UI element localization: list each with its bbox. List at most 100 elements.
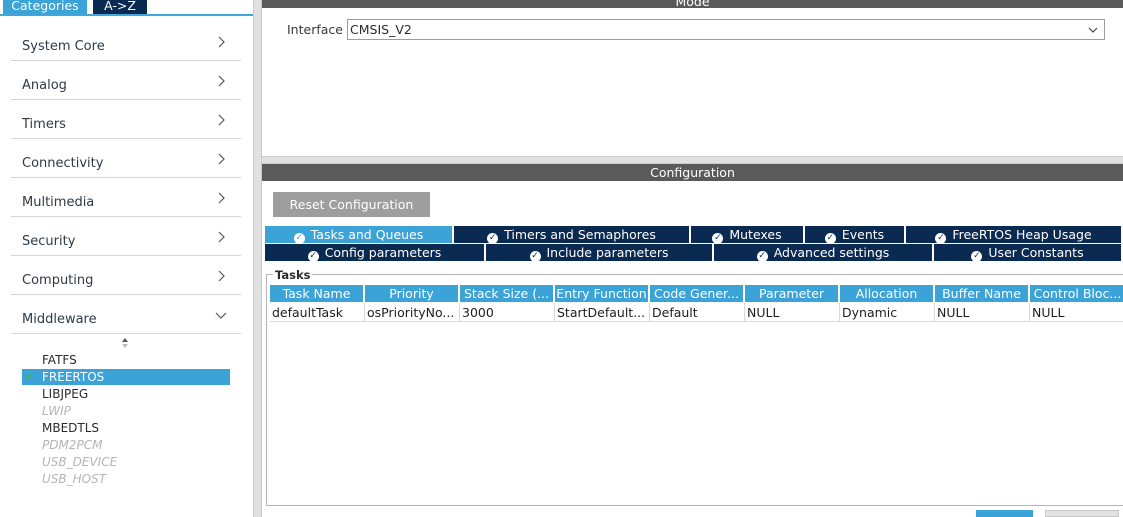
reset-configuration-button[interactable]: Reset Configuration xyxy=(273,192,430,217)
category-security[interactable]: Security xyxy=(11,217,241,256)
table-cell[interactable]: defaultTask xyxy=(270,303,365,322)
column-header[interactable]: Task Name xyxy=(270,285,365,302)
chevron-down-icon xyxy=(215,312,227,319)
category-analog[interactable]: Analog xyxy=(11,61,241,100)
category-label: System Core xyxy=(22,39,105,54)
column-header[interactable]: Priority xyxy=(365,285,460,302)
check-circle-icon: ✓ xyxy=(935,233,947,243)
middleware-item-fatfs[interactable]: FATFS xyxy=(22,352,230,368)
table-cell[interactable]: NULL xyxy=(1030,303,1123,322)
middleware-item-pdm2pcm[interactable]: PDM2PCM xyxy=(22,437,230,453)
tab-tasks-and-queues[interactable]: ✓ Tasks and Queues xyxy=(265,226,454,243)
sort-icon[interactable] xyxy=(120,337,130,349)
middleware-item-libjpeg[interactable]: LIBJPEG xyxy=(22,386,230,402)
mode-title: Mode xyxy=(675,0,710,8)
tab-label: Timers and Semaphores xyxy=(504,227,656,242)
interface-label: Interface xyxy=(287,22,343,37)
tab-mutexes[interactable]: ✓ Mutexes xyxy=(691,226,805,243)
middleware-item-label: FATFS xyxy=(42,353,77,367)
tab-label: Include parameters xyxy=(546,245,669,260)
category-tab-bar: Categories A->Z xyxy=(0,0,253,16)
middleware-item-mbedtls[interactable]: MBEDTLS xyxy=(22,420,230,436)
table-cell[interactable]: 3000 xyxy=(460,303,555,322)
tab-include-parameters[interactable]: ✓ Include parameters xyxy=(486,244,714,261)
category-middleware[interactable]: Middleware xyxy=(11,295,241,334)
tab-label: Advanced settings xyxy=(773,245,890,260)
middleware-item-lwip[interactable]: LWIP xyxy=(22,403,230,419)
column-header[interactable]: Control Bloc... xyxy=(1030,285,1123,302)
tab-label: Mutexes xyxy=(729,227,782,242)
chevron-right-icon xyxy=(218,114,225,126)
tab-events[interactable]: ✓ Events xyxy=(805,226,906,243)
tab-freertos-heap-usage[interactable]: ✓ FreeRTOS Heap Usage xyxy=(906,226,1123,243)
check-circle-icon: ✓ xyxy=(824,233,836,243)
middleware-item-label: USB_DEVICE xyxy=(42,455,118,469)
column-header[interactable]: Code Gener... xyxy=(650,285,745,302)
middleware-item-label: PDM2PCM xyxy=(42,438,103,452)
secondary-button[interactable] xyxy=(1045,510,1119,517)
tab-label: Events xyxy=(841,227,885,242)
horizontal-splitter[interactable] xyxy=(262,156,1123,164)
check-circle-icon: ✓ xyxy=(712,233,724,243)
category-connectivity[interactable]: Connectivity xyxy=(11,139,241,178)
categories-panel: Categories A->Z System Core Analog Timers C… xyxy=(0,0,253,517)
check-circle-icon: ✓ xyxy=(756,251,768,261)
category-label: Analog xyxy=(22,78,67,93)
category-computing[interactable]: Computing xyxy=(11,256,241,295)
category-label: Middleware xyxy=(22,312,97,327)
tab-user-constants[interactable]: ✓ User Constants xyxy=(934,244,1123,261)
tab-a-to-z[interactable]: A->Z xyxy=(93,0,147,14)
tab-timers-and-semaphores[interactable]: ✓ Timers and Semaphores xyxy=(454,226,691,243)
category-system-core[interactable]: System Core xyxy=(11,22,241,61)
middleware-item-label: MBEDTLS xyxy=(42,421,100,435)
category-multimedia[interactable]: Multimedia xyxy=(11,178,241,217)
category-label: Computing xyxy=(22,273,94,288)
table-cell[interactable]: NULL xyxy=(745,303,840,322)
check-circle-icon: ✓ xyxy=(307,251,319,261)
category-label: Multimedia xyxy=(22,195,95,210)
mode-header: Mode xyxy=(262,0,1123,8)
category-timers[interactable]: Timers xyxy=(11,100,241,139)
middleware-item-label: USB_HOST xyxy=(42,472,107,486)
column-header[interactable]: Stack Size (... xyxy=(460,285,555,302)
table-cell[interactable]: StartDefault... xyxy=(555,303,650,322)
check-circle-icon: ✓ xyxy=(487,233,499,243)
tab-advanced-settings[interactable]: ✓ Advanced settings xyxy=(714,244,934,261)
table-cell[interactable]: Dynamic xyxy=(840,303,935,322)
tab-label: Tasks and Queues xyxy=(310,227,424,242)
tasks-group: Tasks Task Name Priority Stack Size (... En… xyxy=(266,268,1123,506)
check-circle-icon: ✓ xyxy=(293,233,305,243)
tab-config-parameters[interactable]: ✓ Config parameters xyxy=(265,244,486,261)
interface-select[interactable]: CMSIS_V2 xyxy=(347,19,1105,40)
table-cell[interactable]: Default xyxy=(650,303,745,322)
tasks-legend: Tasks xyxy=(273,268,313,282)
mode-panel: Mode Interface CMSIS_V2 xyxy=(262,0,1123,156)
middleware-item-label: LIBJPEG xyxy=(42,387,89,401)
configuration-panel: Configuration Reset Configuration ✓ Tasks… xyxy=(262,164,1123,517)
chevron-right-icon xyxy=(218,231,225,243)
tab-categories[interactable]: Categories xyxy=(3,0,87,14)
check-circle-icon: ✓ xyxy=(971,251,983,261)
tab-label: Config parameters xyxy=(324,245,442,260)
table-cell[interactable]: osPriorityNo... xyxy=(365,303,460,322)
column-header[interactable]: Buffer Name xyxy=(935,285,1030,302)
interface-value: CMSIS_V2 xyxy=(350,22,412,37)
category-label: Connectivity xyxy=(22,156,104,171)
apply-button[interactable] xyxy=(976,510,1033,517)
configuration-header: Configuration xyxy=(262,164,1123,181)
column-header[interactable]: Parameter xyxy=(745,285,840,302)
column-header[interactable]: Entry Function xyxy=(555,285,650,302)
chevron-right-icon xyxy=(218,75,225,87)
vertical-splitter[interactable] xyxy=(253,0,262,517)
table-cell[interactable]: NULL xyxy=(935,303,1030,322)
middleware-item-label: FREERTOS xyxy=(42,370,105,384)
middleware-item-usb_device[interactable]: USB_DEVICE xyxy=(22,454,230,470)
tab-label: User Constants xyxy=(988,245,1084,260)
column-header[interactable]: Allocation xyxy=(840,285,935,302)
tab-label: FreeRTOS Heap Usage xyxy=(952,227,1092,242)
middleware-item-usb_host[interactable]: USB_HOST xyxy=(22,471,230,487)
chevron-right-icon xyxy=(218,36,225,48)
category-label: Timers xyxy=(22,117,66,132)
middleware-item-freertos[interactable]: ✔ FREERTOS xyxy=(22,369,230,385)
middleware-item-label: LWIP xyxy=(42,404,71,418)
